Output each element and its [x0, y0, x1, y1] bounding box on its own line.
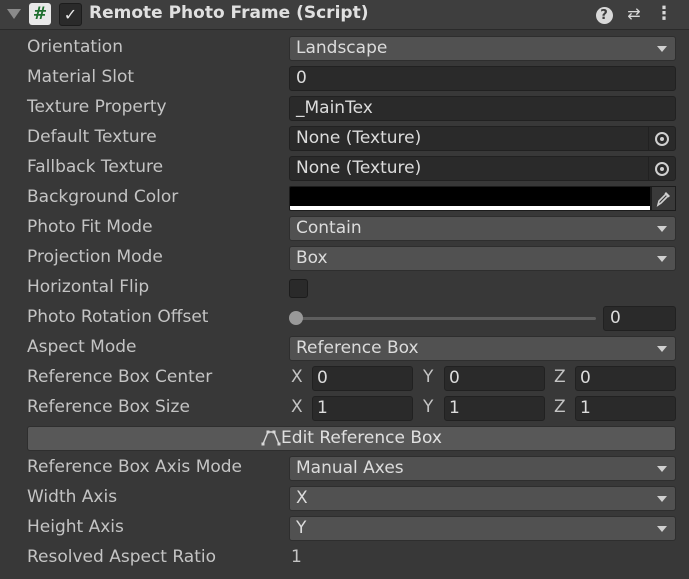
edit-reference-box-label: Edit Reference Box: [281, 428, 442, 448]
photo-fit-mode-label: Photo Fit Mode: [27, 217, 153, 237]
reference-box-axis-mode-dropdown[interactable]: Manual Axes: [289, 456, 676, 481]
component-header: # ✓ Remote Photo Frame (Script) ? ⇄ ⋮: [0, 0, 689, 30]
foldout-arrow-icon[interactable]: [7, 9, 21, 19]
reference-box-size-row: Reference Box Size X 1 Y 1 Z 1: [0, 393, 689, 423]
chevron-down-icon: [657, 526, 667, 532]
chevron-down-icon: [657, 496, 667, 502]
photo-rotation-offset-label: Photo Rotation Offset: [27, 307, 209, 327]
orientation-row: Orientation Landscape: [0, 33, 689, 63]
photo-rotation-offset-row: Photo Rotation Offset 0: [0, 303, 689, 333]
width-axis-row: Width Axis X: [0, 483, 689, 513]
material-slot-row: Material Slot 0: [0, 63, 689, 93]
chevron-down-icon: [657, 46, 667, 52]
reference-box-center-row: Reference Box Center X 0 Y 0 Z 0: [0, 363, 689, 393]
projection-mode-value: Box: [296, 248, 328, 268]
aspect-mode-dropdown[interactable]: Reference Box: [289, 336, 676, 361]
reference-box-size-label: Reference Box Size: [27, 397, 190, 417]
context-menu-icon[interactable]: ⋮: [654, 4, 674, 24]
z-axis-label: Z: [554, 397, 566, 417]
resolved-aspect-ratio-label: Resolved Aspect Ratio: [27, 547, 217, 567]
color-alpha-bar: [290, 206, 650, 210]
default-texture-row: Default Texture None (Texture): [0, 123, 689, 153]
y-axis-label: Y: [423, 367, 434, 387]
chevron-down-icon: [657, 466, 667, 472]
component-enabled-checkbox[interactable]: ✓: [59, 3, 82, 26]
aspect-mode-label: Aspect Mode: [27, 337, 137, 357]
rotation-offset-input[interactable]: 0: [603, 306, 676, 331]
orientation-value: Landscape: [296, 38, 388, 58]
edit-reference-box-button[interactable]: Edit Reference Box: [27, 426, 676, 451]
material-slot-input[interactable]: 0: [289, 66, 676, 91]
rotation-slider-handle[interactable]: [289, 311, 303, 325]
photo-fit-mode-value: Contain: [296, 218, 362, 238]
default-texture-value: None (Texture): [296, 128, 422, 148]
width-axis-value: X: [296, 488, 308, 508]
width-axis-label: Width Axis: [27, 487, 118, 507]
help-icon[interactable]: ?: [594, 4, 614, 24]
material-slot-label: Material Slot: [27, 67, 135, 87]
rotation-slider-track[interactable]: [296, 317, 596, 320]
fallback-texture-label: Fallback Texture: [27, 157, 164, 177]
texture-property-row: Texture Property _MainTex: [0, 93, 689, 123]
fallback-texture-value: None (Texture): [296, 158, 422, 178]
projection-mode-dropdown[interactable]: Box: [289, 246, 676, 271]
size-x-input[interactable]: 1: [312, 396, 413, 421]
texture-property-label: Texture Property: [27, 97, 167, 117]
reference-box-axis-mode-value: Manual Axes: [296, 458, 404, 478]
eyedropper-icon[interactable]: [651, 186, 676, 211]
photo-fit-mode-dropdown[interactable]: Contain: [289, 216, 676, 241]
height-axis-label: Height Axis: [27, 517, 124, 537]
script-icon: #: [29, 3, 51, 25]
object-picker-icon[interactable]: [648, 157, 675, 180]
projection-mode-row: Projection Mode Box: [0, 243, 689, 273]
center-x-input[interactable]: 0: [312, 366, 413, 391]
height-axis-row: Height Axis Y: [0, 513, 689, 543]
z-axis-label: Z: [554, 367, 566, 387]
default-texture-label: Default Texture: [27, 127, 157, 147]
height-axis-value: Y: [296, 518, 307, 538]
x-axis-label: X: [291, 367, 303, 387]
projection-mode-label: Projection Mode: [27, 247, 163, 267]
center-y-input[interactable]: 0: [444, 366, 545, 391]
background-color-swatch[interactable]: [289, 186, 651, 211]
aspect-mode-row: Aspect Mode Reference Box: [0, 333, 689, 363]
resolved-aspect-ratio-value: 1: [291, 547, 302, 567]
edit-reference-box-row: Edit Reference Box: [0, 423, 689, 453]
chevron-down-icon: [657, 346, 667, 352]
orientation-label: Orientation: [27, 37, 123, 57]
reference-box-center-label: Reference Box Center: [27, 367, 213, 387]
resolved-aspect-ratio-row: Resolved Aspect Ratio 1: [0, 543, 689, 573]
center-z-input[interactable]: 0: [575, 366, 676, 391]
edit-bounds-icon: [261, 430, 281, 446]
y-axis-label: Y: [423, 397, 434, 417]
background-color-label: Background Color: [27, 187, 179, 207]
aspect-mode-value: Reference Box: [296, 338, 419, 358]
fallback-texture-row: Fallback Texture None (Texture): [0, 153, 689, 183]
presets-icon[interactable]: ⇄: [624, 4, 644, 24]
chevron-down-icon: [657, 226, 667, 232]
horizontal-flip-label: Horizontal Flip: [27, 277, 150, 297]
reference-box-axis-mode-label: Reference Box Axis Mode: [27, 457, 243, 477]
object-picker-icon[interactable]: [648, 127, 675, 150]
height-axis-dropdown[interactable]: Y: [289, 516, 676, 541]
background-color-row: Background Color: [0, 183, 689, 213]
size-y-input[interactable]: 1: [444, 396, 545, 421]
photo-fit-mode-row: Photo Fit Mode Contain: [0, 213, 689, 243]
reference-box-axis-mode-row: Reference Box Axis Mode Manual Axes: [0, 453, 689, 483]
component-title: Remote Photo Frame (Script): [89, 3, 369, 23]
size-z-input[interactable]: 1: [575, 396, 676, 421]
chevron-down-icon: [657, 256, 667, 262]
orientation-dropdown[interactable]: Landscape: [289, 36, 676, 61]
horizontal-flip-row: Horizontal Flip: [0, 273, 689, 303]
width-axis-dropdown[interactable]: X: [289, 486, 676, 511]
fallback-texture-object-field[interactable]: None (Texture): [289, 156, 676, 181]
texture-property-input[interactable]: _MainTex: [289, 96, 676, 121]
default-texture-object-field[interactable]: None (Texture): [289, 126, 676, 151]
x-axis-label: X: [291, 397, 303, 417]
horizontal-flip-checkbox[interactable]: [289, 279, 308, 298]
